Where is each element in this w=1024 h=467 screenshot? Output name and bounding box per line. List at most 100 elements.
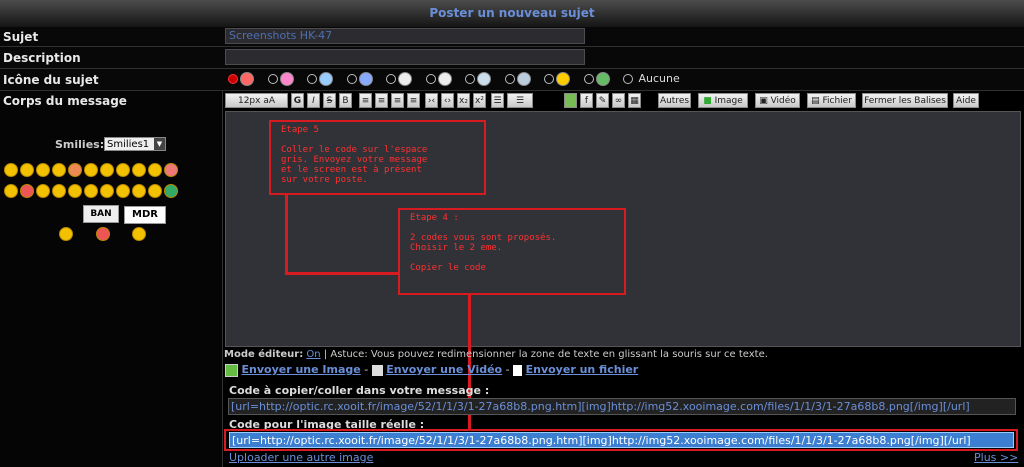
image-button-label: Image (714, 96, 743, 106)
image-button[interactable]: ■ Image (698, 93, 748, 108)
superscript-icon[interactable]: x² (473, 93, 486, 108)
code-icon[interactable]: ‹› (441, 93, 454, 108)
smiley-icon[interactable] (116, 184, 130, 198)
radio-icon[interactable] (386, 74, 396, 84)
description-input[interactable] (225, 49, 585, 65)
copy-code-label: Code à copier/coller dans votre message … (229, 384, 490, 397)
font-size-label: 12px (237, 96, 261, 106)
icon-option-4[interactable] (346, 72, 373, 86)
smiley-icon[interactable] (148, 184, 162, 198)
smiley-icon[interactable] (148, 163, 162, 177)
icon-option-7[interactable] (465, 72, 491, 86)
radio-icon[interactable] (346, 74, 357, 84)
upload-another-link[interactable]: Uploader une autre image (229, 451, 373, 464)
bold-button[interactable]: G (291, 93, 304, 108)
align-justify-icon[interactable]: ≡ (407, 93, 420, 108)
icon-option-8[interactable] (504, 72, 531, 86)
radio-icon[interactable] (425, 74, 436, 84)
editor-mode-label: Mode éditeur: (224, 349, 304, 360)
fermer-balises-button[interactable]: Fermer les Balises (862, 93, 948, 108)
smiley-icon[interactable] (132, 184, 146, 198)
underline-button[interactable]: B (339, 93, 352, 108)
smiley-icon[interactable] (116, 163, 130, 177)
icon-option-2[interactable] (267, 72, 294, 86)
smiley-icon[interactable] (68, 184, 82, 198)
thumbs-up-smiley-icon[interactable] (59, 227, 73, 241)
plus-link[interactable]: Plus >> (974, 451, 1018, 464)
real-size-code-field[interactable]: [url=http://optic.rc.xooit.fr/image/52/1… (229, 432, 1014, 448)
strike-button[interactable]: S (323, 93, 336, 108)
heart-icon (279, 72, 294, 86)
video-button[interactable]: ▣ Vidéo (755, 93, 800, 108)
table-icon[interactable]: ▦ (628, 93, 641, 108)
smiley-icon[interactable] (4, 184, 18, 198)
link-icon[interactable]: ∞ (612, 93, 625, 108)
smiley-icon[interactable] (84, 184, 98, 198)
mdr-smiley[interactable]: MDR (124, 206, 166, 224)
send-video-link[interactable]: Envoyer une Vidéo (386, 363, 502, 376)
aide-button[interactable]: Aide (953, 93, 979, 108)
smiley-icon[interactable] (132, 227, 146, 241)
icon-option-6[interactable] (425, 72, 452, 86)
icon-option-5[interactable] (386, 72, 412, 86)
column-divider (222, 91, 223, 467)
font-size-button[interactable]: 12px aA (225, 93, 288, 108)
smiley-icon[interactable] (36, 184, 50, 198)
send-image-link[interactable]: Envoyer une Image (242, 363, 361, 376)
ban-smiley[interactable]: BAN (83, 205, 119, 223)
editor-mode-toggle[interactable]: On (306, 349, 320, 360)
separator: - (364, 363, 369, 376)
smiley-icon[interactable] (52, 184, 66, 198)
fichier-button-label: Fichier (822, 96, 852, 106)
numbered-list-icon[interactable]: ☰ (507, 93, 533, 108)
radio-icon[interactable] (623, 74, 633, 84)
align-right-icon[interactable]: ≡ (391, 93, 404, 108)
radio-icon[interactable] (307, 74, 317, 84)
icon-option-3[interactable] (307, 72, 333, 86)
radio-icon[interactable] (544, 74, 554, 84)
smiley-icon[interactable] (100, 184, 114, 198)
smiley-icon[interactable] (164, 184, 178, 198)
file-icon: ▤ (811, 96, 820, 106)
smiley-icon[interactable] (95, 227, 110, 241)
fichier-button[interactable]: ▤ Fichier (807, 93, 856, 108)
chevron-down-icon: ▼ (154, 138, 165, 150)
radio-icon[interactable] (228, 74, 238, 84)
smiley-icon[interactable] (36, 163, 50, 177)
icon-option-none[interactable]: Aucune (623, 72, 680, 85)
list-icon[interactable]: ☰ (491, 93, 504, 108)
smiley-icon[interactable] (52, 163, 66, 177)
font-icon[interactable]: f (580, 93, 593, 108)
smilies-select-value: Smilies1 (107, 139, 150, 150)
smiley-icon[interactable] (20, 184, 34, 198)
autres-button[interactable]: Autres (658, 93, 691, 108)
icon-option-1[interactable] (228, 72, 254, 86)
align-center-icon[interactable]: ≡ (375, 93, 388, 108)
smiley-icon[interactable] (164, 163, 178, 177)
subject-input[interactable]: Screenshots HK-47 (225, 28, 585, 44)
radio-icon[interactable] (504, 74, 515, 84)
smiley-icon[interactable] (100, 163, 114, 177)
icon-option-10[interactable] (583, 72, 610, 86)
smiley-icon[interactable] (20, 163, 34, 177)
icon-option-9[interactable] (544, 72, 570, 86)
radio-icon[interactable] (267, 74, 278, 84)
smiley-icon[interactable] (4, 163, 18, 177)
body-label: Corps du message (3, 94, 127, 108)
align-left-icon[interactable]: ≡ (359, 93, 372, 108)
copy-code-field[interactable]: [url=http://optic.rc.xooit.fr/image/52/1… (228, 398, 1016, 415)
smiley-icon[interactable] (68, 163, 82, 177)
indent-icon[interactable]: ›‹ (425, 93, 438, 108)
color-icon[interactable]: ✎ (596, 93, 609, 108)
smilies-select[interactable]: Smilies1 ▼ (104, 137, 166, 151)
radio-icon[interactable] (465, 74, 475, 84)
smiley-icon[interactable] (132, 163, 146, 177)
subscript-icon[interactable]: x₂ (457, 93, 470, 108)
radio-icon[interactable] (583, 74, 594, 84)
image-insert-icon[interactable] (564, 93, 577, 108)
smiley-icon[interactable] (84, 163, 98, 177)
send-file-link[interactable]: Envoyer un fichier (526, 363, 639, 376)
topic-icon-row: Icône du sujet Aucune (0, 69, 1024, 91)
italic-button[interactable]: I (307, 93, 320, 108)
smilies-grid (3, 162, 221, 202)
